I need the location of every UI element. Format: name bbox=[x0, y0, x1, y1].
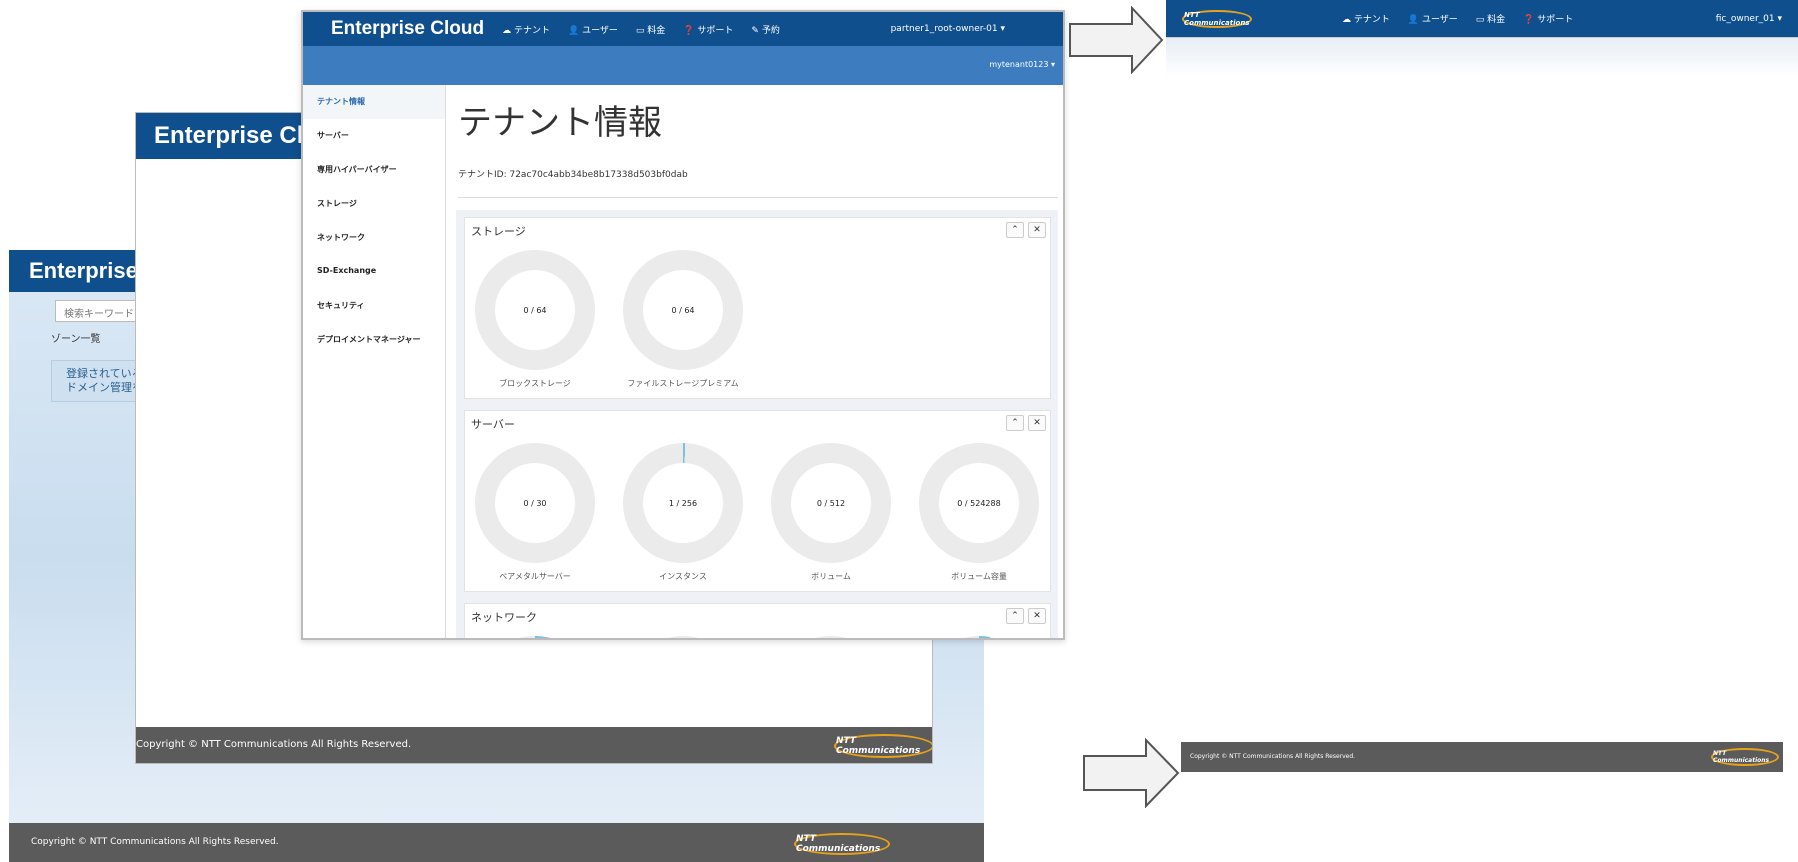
nav-item-billing[interactable]: ▭ 料金 bbox=[1476, 12, 1505, 25]
ntt-logo: NTT Communications bbox=[1711, 748, 1779, 766]
donut-volume: 0 / 512 bbox=[771, 443, 891, 563]
nav-item-user[interactable]: 👤 ユーザー bbox=[568, 23, 618, 36]
nav-label: 予約 bbox=[761, 25, 780, 36]
donut-value: 0 / 512 bbox=[791, 463, 871, 543]
ntt-logo: NTT Communications bbox=[794, 833, 890, 855]
footer-copyright: Copyright © NTT Communications All Right… bbox=[1190, 753, 1356, 760]
donut-value: 0 / 524288 bbox=[939, 463, 1019, 543]
preview-header: NTT Communications ☁ テナント 👤 ユーザー ▭ 料金 ❓ … bbox=[1166, 0, 1798, 38]
nav-item-tenant[interactable]: ☁ テナント bbox=[502, 23, 550, 36]
nav-label: サポート bbox=[697, 25, 734, 36]
panel-title: ストレージ bbox=[471, 225, 526, 238]
close-button[interactable]: ✕ bbox=[1028, 608, 1046, 624]
donut-label: ブロックストレージ bbox=[499, 379, 571, 388]
nav-item-contract[interactable]: ✎ 予約 bbox=[751, 23, 779, 36]
page-title: テナント情報 bbox=[458, 103, 662, 143]
nav-item-support[interactable]: ❓ サポート bbox=[683, 23, 733, 36]
panel-title: ネットワーク bbox=[471, 611, 537, 624]
donut-label: インスタンス bbox=[659, 572, 707, 581]
sidebar-item-network[interactable]: ネットワーク bbox=[303, 221, 445, 255]
main-content: テナント情報 テナントID: 72ac70c4abb34be8b17338d50… bbox=[446, 85, 1063, 638]
nav-item-user[interactable]: 👤 ユーザー bbox=[1408, 12, 1458, 25]
brand-title[interactable]: Enterprise Cloud bbox=[331, 18, 484, 40]
donut-value: 0 / 64 bbox=[495, 270, 575, 350]
tenant-id: テナントID: 72ac70c4abb34be8b17338d503bf0dab bbox=[458, 170, 688, 180]
donut-block-storage: 0 / 64 bbox=[475, 250, 595, 370]
sidebar-item-tenant-info[interactable]: テナント情報 bbox=[303, 85, 445, 119]
footer-copyright: Copyright © NTT Communications All Right… bbox=[136, 739, 412, 750]
sidebar-item-deployment[interactable]: デプロイメントマネージャー bbox=[303, 323, 445, 357]
footer-copyright: Copyright © NTT Communications All Right… bbox=[31, 837, 279, 847]
nav-item-billing[interactable]: ▭ 料金 bbox=[636, 23, 665, 36]
nav-label: サポート bbox=[1537, 15, 1574, 25]
ntt-logo: NTT Communications bbox=[834, 734, 932, 758]
collapse-button[interactable]: ⌃ bbox=[1006, 222, 1024, 238]
nav-label: 料金 bbox=[647, 25, 666, 36]
donut-label: ベアメタルサーバー bbox=[499, 572, 571, 581]
info-text-1: 登録されている bbox=[66, 367, 143, 380]
user-menu[interactable]: fic_owner_01 ▾ bbox=[1716, 14, 1782, 24]
donut-network-3 bbox=[771, 636, 891, 638]
contract-icon: ✎ bbox=[751, 25, 759, 36]
donut-network-4 bbox=[919, 636, 1039, 638]
donut-instance: 1 / 256 bbox=[623, 443, 743, 563]
donut-label: ボリューム容量 bbox=[951, 572, 1007, 581]
footer: Copyright © NTT Communications All Right… bbox=[9, 823, 984, 862]
sidebar-item-sd-exchange[interactable]: SD-Exchange bbox=[303, 255, 445, 289]
footer: Copyright © NTT Communications All Right… bbox=[136, 727, 932, 763]
nav-label: テナント bbox=[513, 25, 550, 36]
server-panel: サーバー ⌃ ✕ 0 / 30 ベアメタルサーバー 1 / 256 インスタンス… bbox=[464, 410, 1051, 592]
divider bbox=[458, 197, 1058, 198]
top-nav: Enterprise Cloud ☁ テナント 👤 ユーザー ▭ 料金 ❓ サポ… bbox=[303, 12, 1063, 46]
panel-title: サーバー bbox=[471, 418, 515, 431]
sidebar: テナント情報 サーバー 専用ハイパーバイザー ストレージ ネットワーク SD-E… bbox=[303, 85, 446, 638]
collapse-button[interactable]: ⌃ bbox=[1006, 608, 1024, 624]
donut-volume-capacity: 0 / 524288 bbox=[919, 443, 1039, 563]
close-button[interactable]: ✕ bbox=[1028, 222, 1046, 238]
preview-footer: Copyright © NTT Communications All Right… bbox=[1181, 742, 1783, 772]
nav-item-support[interactable]: ❓ サポート bbox=[1523, 12, 1573, 25]
sub-header: mytenant0123 ▾ bbox=[303, 46, 1063, 85]
donut-label: ボリューム bbox=[811, 572, 851, 581]
donut-file-storage: 0 / 64 bbox=[623, 250, 743, 370]
network-panel: ネットワーク ⌃ ✕ bbox=[464, 603, 1051, 638]
donut-value: 0 / 64 bbox=[643, 270, 723, 350]
nav-label: ユーザー bbox=[1421, 15, 1458, 25]
arrow-right-icon bbox=[1083, 738, 1180, 808]
tenant-selector[interactable]: mytenant0123 ▾ bbox=[989, 60, 1055, 69]
collapse-button[interactable]: ⌃ bbox=[1006, 415, 1024, 431]
front-window: Enterprise Cloud ☁ テナント 👤 ユーザー ▭ 料金 ❓ サポ… bbox=[301, 10, 1065, 640]
sidebar-item-server[interactable]: サーバー bbox=[303, 119, 445, 153]
nav-label: ユーザー bbox=[582, 25, 618, 36]
preview-header-fade bbox=[1166, 38, 1798, 78]
ntt-logo: NTT Communications bbox=[1182, 9, 1252, 28]
storage-panel: ストレージ ⌃ ✕ 0 / 64 ブロックストレージ 0 / 64 ファイルスト… bbox=[464, 217, 1051, 399]
user-menu[interactable]: partner1_root-owner-01 ▾ bbox=[891, 24, 1005, 34]
sidebar-item-storage[interactable]: ストレージ bbox=[303, 187, 445, 221]
donut-network-2 bbox=[623, 636, 743, 638]
info-text-2: ドメイン管理を bbox=[66, 381, 143, 394]
zone-list-label: ゾーン一覧 bbox=[51, 334, 101, 345]
nav-label: テナント bbox=[1353, 15, 1390, 25]
nav-label: 料金 bbox=[1487, 15, 1506, 25]
help-icon: ❓ bbox=[683, 25, 695, 36]
donut-value: 0 / 30 bbox=[495, 463, 575, 543]
sidebar-item-hypervisor[interactable]: 専用ハイパーバイザー bbox=[303, 153, 445, 187]
arrow-right-icon bbox=[1069, 6, 1164, 74]
user-icon: 👤 bbox=[567, 25, 580, 36]
donut-network-1 bbox=[475, 636, 595, 638]
nav-item-tenant[interactable]: ☁ テナント bbox=[1342, 12, 1390, 25]
donut-label: ファイルストレージプレミアム bbox=[627, 379, 739, 388]
close-button[interactable]: ✕ bbox=[1028, 415, 1046, 431]
donut-value: 1 / 256 bbox=[643, 463, 723, 543]
card-icon: ▭ bbox=[635, 25, 645, 36]
donut-baremetal: 0 / 30 bbox=[475, 443, 595, 563]
sidebar-item-security[interactable]: セキュリティ bbox=[303, 289, 445, 323]
cloud-icon: ☁ bbox=[502, 25, 512, 36]
